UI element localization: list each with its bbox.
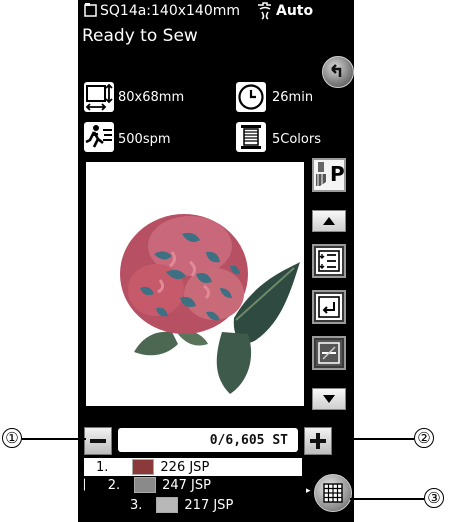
- presser-foot-label: P: [330, 162, 345, 186]
- triangle-up-icon: [323, 217, 335, 225]
- triangle-down-icon: [323, 395, 335, 403]
- color-sort-icon: [318, 250, 340, 272]
- sewing-speed: 500spm: [118, 132, 171, 147]
- color-code: 217 JSP: [184, 497, 234, 513]
- stitch-skip-icon: [318, 342, 340, 364]
- color-list-item[interactable]: 1. 226 JSP: [84, 458, 302, 476]
- flower-design-image: [120, 214, 300, 394]
- color-code: 247 JSP: [162, 477, 211, 493]
- stitch-back-button[interactable]: [84, 427, 112, 455]
- embroidery-preview: [86, 162, 304, 406]
- return-arrow-icon: [318, 296, 340, 318]
- hoop-icon: [84, 3, 97, 17]
- scroll-down-button[interactable]: [312, 388, 346, 410]
- size-icon: [84, 82, 114, 112]
- color-swatch: [132, 459, 155, 475]
- scroll-up-button[interactable]: [312, 210, 346, 232]
- callout-2: ②: [414, 428, 434, 448]
- color-index: 2.: [107, 477, 121, 493]
- thread-cutter-icon: [258, 2, 271, 20]
- callout-1-line: [22, 438, 86, 440]
- callout-3: ③: [424, 488, 444, 508]
- scroll-marker-right: ▸: [306, 486, 311, 496]
- hoop-size-label: SQ14a:140x140mm: [100, 3, 241, 19]
- plus-icon: [310, 433, 326, 449]
- minus-icon: [90, 439, 106, 443]
- stitch-forward-button[interactable]: [304, 427, 332, 455]
- speed-icon: [84, 122, 114, 152]
- color-count: 5Colors: [272, 132, 321, 147]
- return-button[interactable]: [312, 290, 346, 324]
- color-index: 3.: [130, 497, 143, 513]
- scroll-marker-left: ▏: [84, 479, 92, 491]
- color-index: 1.: [96, 459, 109, 475]
- thread-cutter-mode: Auto: [276, 3, 314, 19]
- thread-spool-icon: [236, 122, 266, 152]
- sewing-screen: SQ14a:140x140mm Auto Ready to Sew 80x68m…: [78, 0, 354, 522]
- color-list-item[interactable]: 3. 217 JSP: [84, 496, 302, 514]
- callout-1: ①: [2, 428, 22, 448]
- embroidery-size: 80x68mm: [118, 90, 185, 105]
- presser-foot-button[interactable]: P: [312, 158, 346, 192]
- grid-icon: [323, 483, 343, 503]
- color-code: 226 JSP: [160, 459, 210, 475]
- status-text: Ready to Sew: [82, 26, 198, 46]
- color-swatch: [134, 477, 157, 493]
- color-list-item[interactable]: ▏ 2. 247 JSP: [84, 476, 302, 494]
- back-button[interactable]: [322, 56, 354, 88]
- color-grid-button[interactable]: [314, 474, 352, 512]
- skip-stitch-button[interactable]: [312, 336, 346, 370]
- color-swatch: [156, 497, 179, 513]
- callout-2-line: [332, 438, 414, 440]
- stitch-counter-value: 0/6,605 ST: [209, 432, 288, 448]
- back-arrow-icon: [331, 64, 342, 77]
- sewing-time: 26min: [272, 90, 314, 105]
- stitch-counter: 0/6,605 ST: [118, 428, 298, 452]
- callout-3-line: [350, 498, 424, 500]
- stitch-list-button[interactable]: [312, 244, 346, 278]
- clock-icon: [236, 82, 266, 112]
